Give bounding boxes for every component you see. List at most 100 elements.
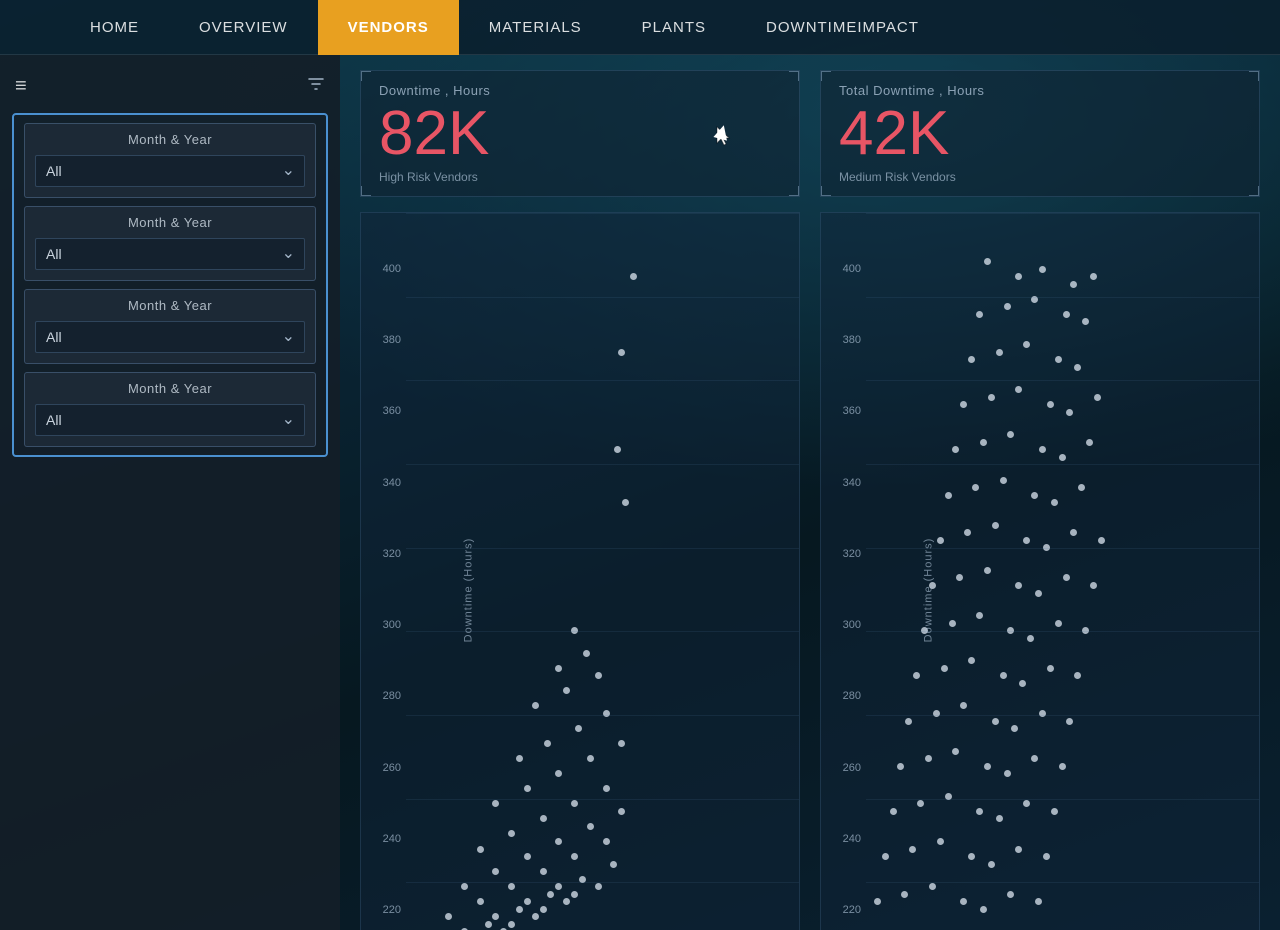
scatter-dot [622,499,629,506]
scatter-dot [477,898,484,905]
grid-line [406,882,799,883]
scatter-dot [992,718,999,725]
scatter-dot [461,883,468,890]
scatter-dot [984,763,991,770]
scatter-dot [980,439,987,446]
scatter-dot [968,657,975,664]
scatter-dot [1051,499,1058,506]
scatter-dot [905,718,912,725]
filter-group-3: Month & Year All Jan 2023 Feb 2023 Mar 2… [24,289,316,364]
scatter-dot [508,830,515,837]
scatter-dot [1015,386,1022,393]
scatter-dot [1063,311,1070,318]
grid-line [866,380,1259,381]
scatter-dot [492,913,499,920]
scatter-dot [960,401,967,408]
scatter-dot [949,620,956,627]
y-tick: 280 [843,690,861,702]
y-tick: 220 [843,904,861,916]
scatter-dot [555,770,562,777]
scatter-dot [952,446,959,453]
corner-tl [361,71,371,81]
y-tick: 300 [843,619,861,631]
scatter-dot [508,921,515,928]
hamburger-icon[interactable]: ≡ [15,75,27,98]
corner-tl-2 [821,71,831,81]
scatter-dot [996,815,1003,822]
corner-br-2 [1249,186,1259,196]
scatter-dot [1011,725,1018,732]
scatter-dot [1066,409,1073,416]
scatter-dot [1086,439,1093,446]
kpi-value-2: 42K [839,103,1241,165]
scatter-dot [909,846,916,853]
nav-item-materials[interactable]: Materials [459,0,612,55]
grid-line [406,799,799,800]
scatter-dot [1039,446,1046,453]
scatter-dot [587,823,594,830]
scatter-dot [524,853,531,860]
scatter-dot [508,883,515,890]
scatter-dot [1051,808,1058,815]
y-tick: 380 [843,334,861,346]
scatter-dot [603,838,610,845]
y-tick: 380 [383,334,401,346]
nav-item-plants[interactable]: Plants [612,0,736,55]
scatter-dot [1070,529,1077,536]
scatter-dot [984,258,991,265]
scatter-dot [1031,492,1038,499]
nav-item-overview[interactable]: Overview [169,0,318,55]
scatter-dot [1059,454,1066,461]
scatter-dot [882,853,889,860]
scatter-dot [1004,770,1011,777]
grid-line [406,213,799,214]
filter-icon[interactable] [307,75,325,98]
y-tick: 400 [843,263,861,275]
scatter-dot [1015,846,1022,853]
scatter-dot [968,853,975,860]
filter-select-1[interactable]: All Jan 2023 Feb 2023 Mar 2023 [35,155,305,187]
scatter-dot [968,356,975,363]
scatter-dot [540,815,547,822]
scatter-dot [555,883,562,890]
filter-label-3: Month & Year [35,298,305,313]
filter-container: Month & Year All Jan 2023 Feb 2023 Mar 2… [12,113,328,457]
scatter-dot [960,702,967,709]
scatter-dot [925,755,932,762]
filter-select-3[interactable]: All Jan 2023 Feb 2023 Mar 2023 [35,321,305,353]
scatter-dot [988,861,995,868]
corner-tr [789,71,799,81]
scatter-dot [984,567,991,574]
scatter-dot [972,484,979,491]
nav-item-vendors[interactable]: Vendors [318,0,459,55]
scatter-dot [563,687,570,694]
filter-group-4: Month & Year All Jan 2023 Feb 2023 Mar 2… [24,372,316,447]
kpi-row: Downtime , Hours 82K High Risk Vendors T… [340,55,1280,212]
filter-group-1: Month & Year All Jan 2023 Feb 2023 Mar 2… [24,123,316,198]
y-tick: 220 [383,904,401,916]
y-axis-right: 400380360340320300280260240220 [821,213,866,930]
nav-item-downtime[interactable]: DowntimeImpact [736,0,949,55]
filter-label-2: Month & Year [35,215,305,230]
grid-line [866,882,1259,883]
scatter-dot [1047,401,1054,408]
scatter-dot [618,740,625,747]
filter-select-2[interactable]: All Jan 2023 Feb 2023 Mar 2023 [35,238,305,270]
grid-line [406,464,799,465]
scatter-dot [1055,620,1062,627]
y-tick: 340 [843,477,861,489]
filter-select-4[interactable]: All Jan 2023 Feb 2023 Mar 2023 [35,404,305,436]
scatter-dot [980,906,987,913]
scatter-dot [1007,431,1014,438]
nav-item-home[interactable]: Home [60,0,169,55]
y-tick: 240 [843,833,861,845]
filter-group-2: Month & Year All Jan 2023 Feb 2023 Mar 2… [24,206,316,281]
scatter-dot [1000,672,1007,679]
sidebar-panel: ≡ Month & Year All Jan 2023 Feb 2023 Mar… [0,55,340,930]
scatter-dot [1015,273,1022,280]
scatter-dot [937,537,944,544]
y-tick: 280 [383,690,401,702]
scatter-dot [976,612,983,619]
kpi-label-2: Total Downtime , Hours [839,83,1241,98]
scatter-dot [587,755,594,762]
